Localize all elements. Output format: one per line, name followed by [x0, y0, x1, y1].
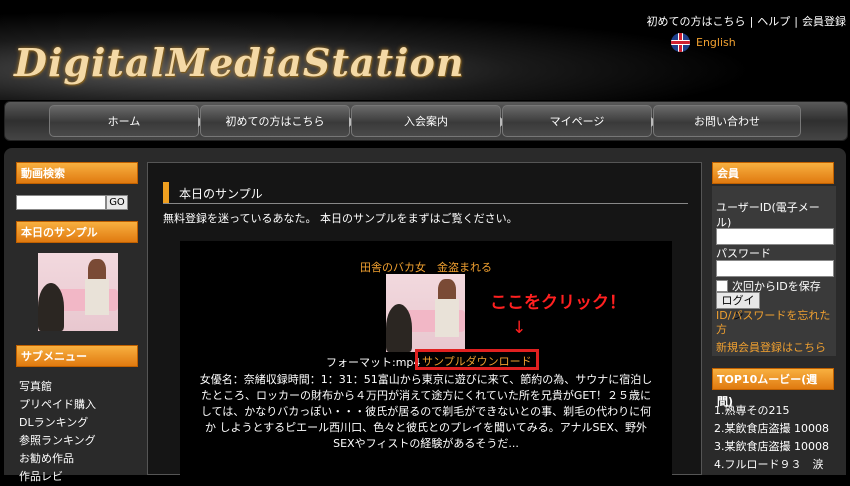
separator: | [749, 15, 754, 28]
sample-video-thumbnail[interactable] [386, 274, 465, 352]
signup-link[interactable]: 新規会員登録はこちら [716, 339, 826, 355]
top-link-register[interactable]: 会員登録 [802, 15, 846, 28]
top10-item[interactable]: 1.熟専その215 [714, 403, 838, 418]
nav-mypage-label: マイページ [549, 115, 605, 128]
sample-title-link[interactable]: 田舎のバカ女 金盗まれる [180, 259, 672, 275]
nav-home-label: ホーム [107, 115, 141, 128]
format-label: フォーマット:mp4 [326, 356, 421, 369]
site-logo[interactable]: DigitalMediaStation [14, 40, 464, 85]
sample-thumbnail[interactable] [38, 253, 118, 331]
click-here-callout: ここをクリック！ [490, 293, 626, 313]
uk-flag-icon [671, 33, 690, 52]
submenu-item[interactable]: DLランキング [19, 414, 96, 432]
top10-item[interactable]: 3.某飲食店盗撮 10008 [714, 439, 838, 454]
page-title: 本日のサンプル [179, 187, 263, 201]
todays-sample-heading: 本日のサンプル [16, 221, 138, 243]
nav-first-time[interactable]: 初めての方はこちら [200, 105, 355, 137]
submenu-list: 写真館 プリペイド購入 DLランキング 参照ランキング お勧め作品 作品レビ [19, 378, 96, 486]
separator: | [794, 15, 798, 28]
userid-label: ユーザーID(電子メール) [716, 201, 820, 229]
nav-join-label: 入会案内 [404, 115, 448, 128]
thumbnail-detail [435, 299, 459, 337]
forgot-password-link[interactable]: ID/パスワードを忘れた方 [716, 309, 836, 337]
top10-item[interactable]: 2.某飲食店盗撮 10008 [714, 421, 838, 436]
intro-text: 無料登録を迷っているあなた。 本日のサンプルをまずはご覧ください。 [163, 212, 518, 225]
top-link-help[interactable]: ヘルプ [757, 15, 790, 28]
submenu-item[interactable]: 写真館 [19, 378, 96, 396]
video-search-heading: 動画検索 [16, 162, 138, 184]
thumbnail-detail [85, 279, 109, 315]
go-button[interactable]: GO [106, 195, 128, 210]
down-arrow-icon: ↓ [512, 318, 527, 338]
top10-list: 1.熟専その215 2.某飲食店盗撮 10008 3.某飲食店盗撮 10008 … [714, 403, 838, 475]
top-links: 初めての方はこちら | ヘルプ | 会員登録 [647, 13, 846, 29]
nav-contact-label: お問い合わせ [694, 115, 760, 128]
language-label[interactable]: English [696, 36, 736, 49]
thumbnail-detail [386, 304, 412, 352]
userid-input[interactable] [716, 228, 834, 245]
remember-checkbox[interactable] [716, 280, 728, 292]
nav-home[interactable]: ホーム [49, 105, 204, 137]
top-link-first-time[interactable]: 初めての方はこちら [647, 15, 746, 28]
nav-first-time-label: 初めての方はこちら [225, 115, 325, 128]
nav-join[interactable]: 入会案内 [351, 105, 506, 137]
header: DigitalMediaStation 初めての方はこちら | ヘルプ | 会員登録 E… [0, 0, 850, 100]
thumbnail-detail [38, 283, 64, 331]
main-title-bar: 本日のサンプル [163, 182, 688, 204]
nav-contact[interactable]: お問い合わせ [653, 105, 801, 137]
nav-mypage[interactable]: マイページ [502, 105, 657, 137]
submenu-item[interactable]: お勧め作品 [19, 450, 96, 468]
password-label: パスワード [716, 247, 771, 260]
sample-download-button[interactable]: サンプルダウンロード [415, 349, 539, 370]
top10-heading: TOP10ムービー(週間) [712, 368, 834, 408]
submenu-heading: サブメニュー [16, 345, 138, 367]
video-search-input[interactable] [16, 195, 106, 210]
language-switch[interactable]: English [671, 33, 736, 52]
member-heading: 会員 [712, 162, 834, 184]
submenu-item[interactable]: 参照ランキング [19, 432, 96, 450]
sample-description: 女優名：奈緒収録時間：1：31：51富山から東京に遊びに来て、節約の為、サウナに… [199, 373, 653, 450]
login-button[interactable]: ログイン [716, 292, 760, 322]
submenu-item[interactable]: プリペイド購入 [19, 396, 96, 414]
top10-item[interactable]: 4.フルロード９３ 涙 [714, 457, 838, 472]
password-input[interactable] [716, 260, 834, 277]
main-nav: ホーム 初めての方はこちら 入会案内 マイページ お問い合わせ [4, 101, 848, 141]
submenu-item[interactable]: 作品レビ [19, 468, 96, 486]
